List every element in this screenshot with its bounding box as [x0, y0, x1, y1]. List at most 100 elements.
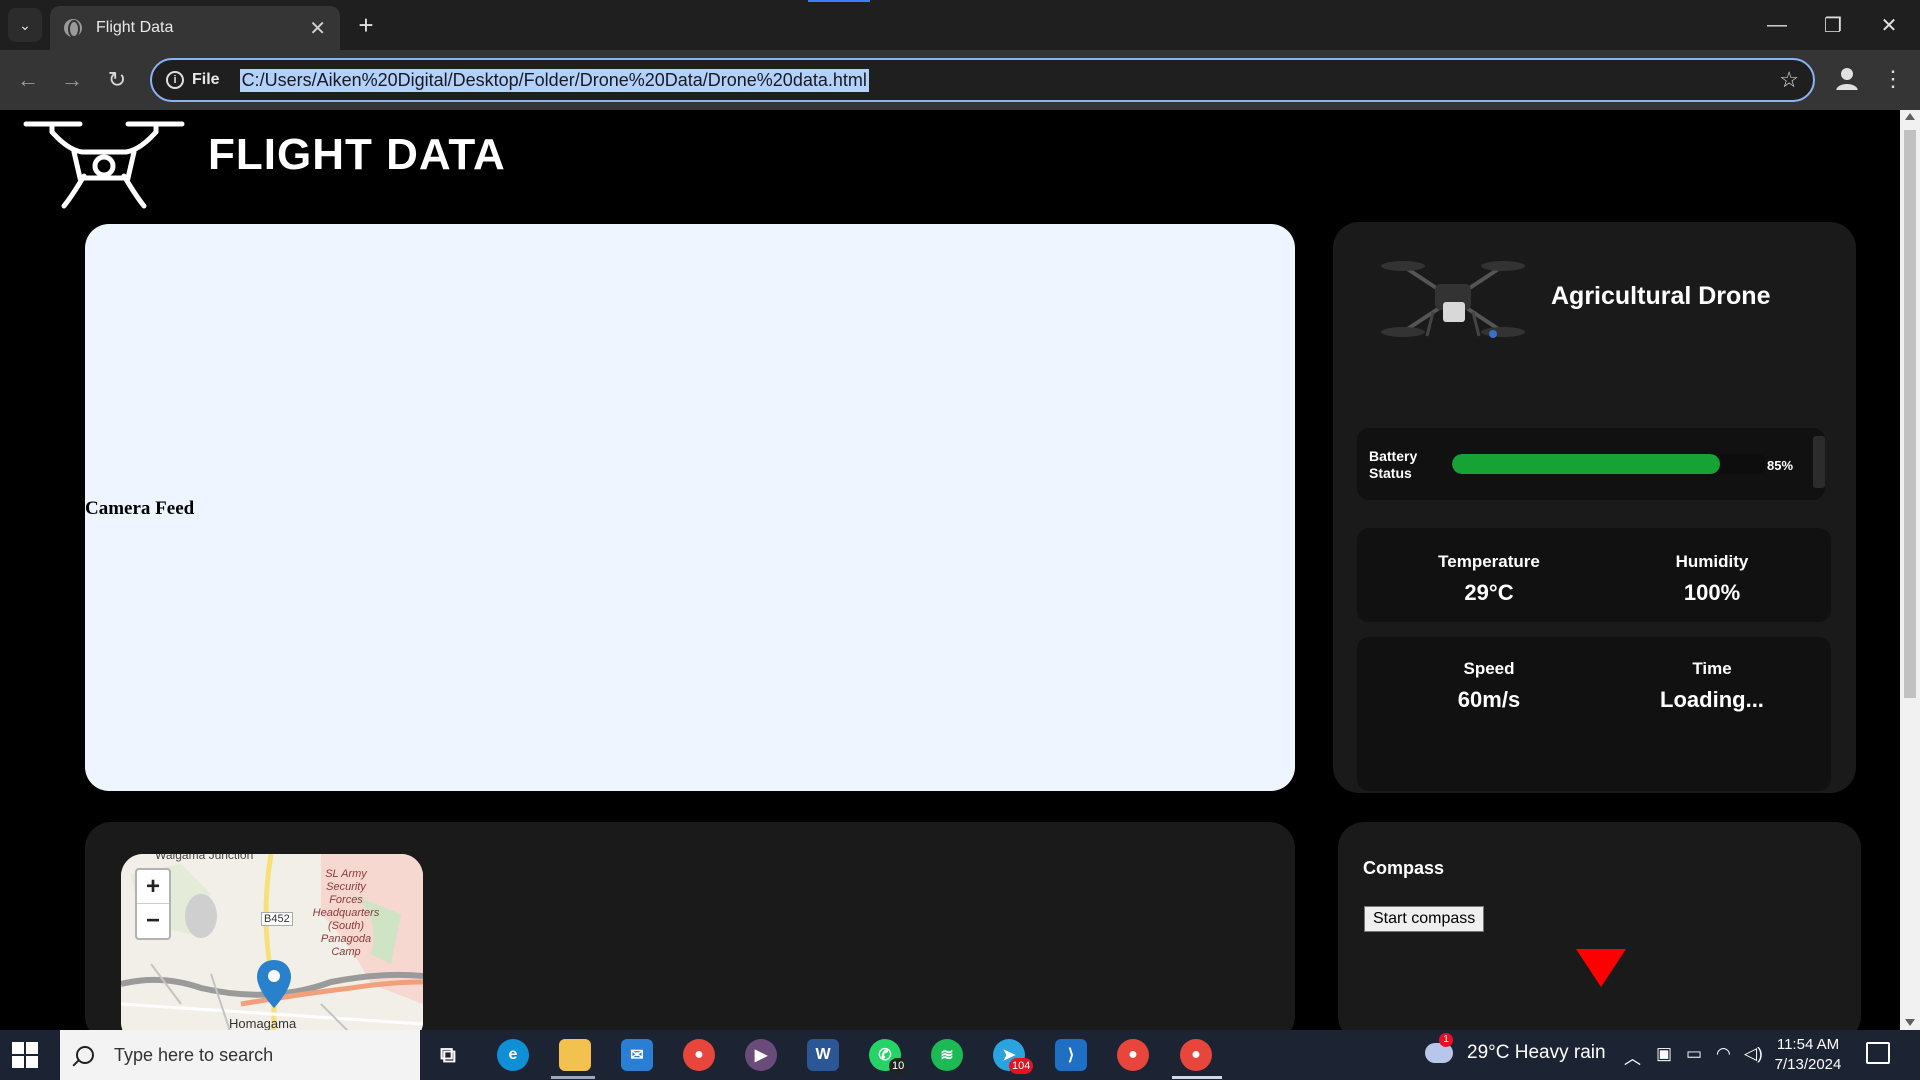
chrome-active-indicator: [1172, 1076, 1222, 1079]
drone-name: Agricultural Drone: [1551, 282, 1771, 310]
url-text[interactable]: C:/Users/Aiken%20Digital/Desktop/Folder/…: [239, 68, 869, 92]
taskbar-clock[interactable]: 11:54 AM 7/13/2024: [1770, 1035, 1846, 1075]
windows-logo-pane: [12, 1056, 24, 1068]
close-icon: ✕: [1880, 14, 1898, 37]
weather-text: 29°C Heavy rain: [1467, 1042, 1606, 1063]
accent-line: [808, 0, 870, 2]
windows-logo-icon: [12, 1042, 24, 1054]
compass-title: Compass: [1363, 858, 1445, 878]
camera-feed-label: Camera Feed: [85, 498, 195, 519]
battery-bar-fill: [1452, 454, 1720, 474]
page-title: FLIGHT DATA: [208, 130, 506, 179]
battery-side-scroll: [1813, 436, 1825, 488]
clock-time: 11:54 AM: [1776, 1036, 1840, 1053]
volume-icon[interactable]: ◁): [1744, 1044, 1763, 1064]
close-tab-icon[interactable]: ✕: [309, 16, 326, 41]
zoom-in-button[interactable]: +: [137, 870, 169, 904]
compass-card: Compass Start compass: [1338, 822, 1861, 1030]
windows-logo-pane: [26, 1056, 38, 1068]
scroll-down-icon[interactable]: [1905, 1019, 1915, 1026]
search-placeholder: Type here to search: [114, 1044, 274, 1065]
time-stat: Time Loading...: [1622, 659, 1802, 713]
chrome-active-icon[interactable]: ●: [1180, 1039, 1212, 1071]
task-view-icon[interactable]: ⧉: [432, 1039, 464, 1071]
battery-tray-icon[interactable]: ▭: [1686, 1044, 1702, 1064]
arrow-right-icon: →: [61, 67, 83, 92]
windows-logo-pane: [26, 1042, 38, 1054]
battery-label: Battery Status: [1369, 448, 1418, 481]
browser-tab[interactable]: Flight Data ✕: [50, 6, 340, 50]
battery-percent: 85%: [1767, 458, 1794, 473]
restore-button[interactable]: ❐: [1810, 8, 1856, 42]
tab-title: Flight Data: [96, 19, 174, 36]
taskbar-search[interactable]: Type here to search: [60, 1030, 420, 1080]
temperature-label: Temperature: [1438, 552, 1540, 571]
menu-dots-icon[interactable]: ⋮: [1882, 62, 1904, 96]
page-viewport: FLIGHT DATA Camera Feed Agricultural Dro…: [0, 110, 1900, 1030]
start-compass-button[interactable]: Start compass: [1364, 906, 1485, 932]
mail-icon[interactable]: ✉: [621, 1039, 653, 1071]
weather-cloud-icon: [1425, 1033, 1453, 1063]
map-label: Walgama Junction: [155, 854, 254, 862]
windows-start-button[interactable]: [12, 1042, 38, 1068]
profile-icon[interactable]: [1832, 64, 1862, 94]
temperature-value: 29°C: [1464, 580, 1514, 605]
scrollbar-thumb[interactable]: [1904, 130, 1916, 698]
explorer-open-indicator: [551, 1076, 595, 1079]
map-label: Homagama: [229, 1016, 297, 1030]
minimize-button[interactable]: —: [1754, 8, 1800, 42]
info-icon[interactable]: i: [166, 71, 184, 89]
scroll-up-icon[interactable]: [1905, 113, 1915, 120]
scheme-label: File: [192, 71, 220, 88]
humidity-stat: Humidity 100%: [1622, 552, 1802, 606]
windows-taskbar: Type here to search ⧉ e ✉ ● ▶ W ✆ 10 ≋ ➤…: [0, 1030, 1920, 1080]
new-tab-button[interactable]: +: [352, 10, 380, 40]
map-marker-icon[interactable]: [257, 960, 291, 1008]
tray-chevron-icon[interactable]: ︿: [1624, 1044, 1641, 1069]
media-player-icon[interactable]: ▶: [745, 1039, 777, 1071]
speed-value: 60m/s: [1457, 687, 1521, 712]
chevron-down-icon: ⌄: [19, 16, 31, 33]
chrome-profile-icon[interactable]: ●: [1117, 1039, 1149, 1071]
flight-stats-box: Speed 60m/s Time Loading...: [1357, 637, 1831, 791]
notification-icon[interactable]: [1866, 1042, 1890, 1064]
telegram-badge: 104: [1009, 1058, 1034, 1074]
vscode-icon[interactable]: ⟩: [1055, 1039, 1087, 1071]
word-icon[interactable]: W: [807, 1039, 839, 1071]
wifi-icon[interactable]: ◠: [1716, 1044, 1731, 1064]
page-scrollbar[interactable]: [1900, 110, 1920, 1030]
drone-logo: [23, 121, 185, 209]
map-label: SL Army Security Forces Headquarters (So…: [312, 868, 380, 958]
spotify-icon[interactable]: ≋: [931, 1039, 963, 1071]
map-label: B452: [261, 912, 293, 926]
back-button[interactable]: ←: [12, 64, 44, 96]
browser-tab-bar: ⌄ Flight Data ✕ + — ❐ ✕: [0, 0, 1920, 50]
meet-icon[interactable]: ▣: [1656, 1044, 1672, 1064]
clock-date: 7/13/2024: [1774, 1056, 1842, 1073]
bookmark-star-icon[interactable]: ☆: [1779, 67, 1799, 93]
tab-search-button[interactable]: ⌄: [8, 8, 42, 42]
weather-widget[interactable]: 29°C Heavy rain: [1425, 1033, 1606, 1064]
reload-icon: ↻: [107, 67, 127, 92]
battery-status: Battery Status 85%: [1357, 428, 1825, 500]
map-card: Walgama Junction SL Army Security Forces…: [85, 822, 1295, 1030]
restore-icon: ❐: [1824, 14, 1842, 37]
forward-button[interactable]: →: [56, 64, 88, 96]
address-bar[interactable]: i File C:/Users/Aiken%20Digital/Desktop/…: [150, 58, 1815, 102]
battery-bar: [1452, 454, 1767, 474]
minimize-icon: —: [1767, 13, 1787, 36]
file-explorer-icon[interactable]: [559, 1039, 591, 1071]
browser-toolbar: ← → ↻ i File C:/Users/Aiken%20Digital/De…: [0, 50, 1920, 110]
reload-button[interactable]: ↻: [101, 64, 133, 96]
edge-icon[interactable]: e: [497, 1039, 529, 1071]
close-window-button[interactable]: ✕: [1866, 8, 1912, 42]
zoom-out-button[interactable]: −: [137, 904, 169, 938]
temperature-stat: Temperature 29°C: [1399, 552, 1579, 606]
chrome-icon[interactable]: ●: [683, 1039, 715, 1071]
map-zoom-control: + −: [135, 868, 171, 940]
whatsapp-badge: 10: [889, 1058, 908, 1074]
location-map[interactable]: Walgama Junction SL Army Security Forces…: [121, 854, 423, 1030]
env-stats-box: Temperature 29°C Humidity 100%: [1357, 528, 1831, 622]
drone-info-card: Agricultural Drone Battery Status 85% Te…: [1333, 222, 1856, 793]
search-icon: [76, 1046, 94, 1064]
